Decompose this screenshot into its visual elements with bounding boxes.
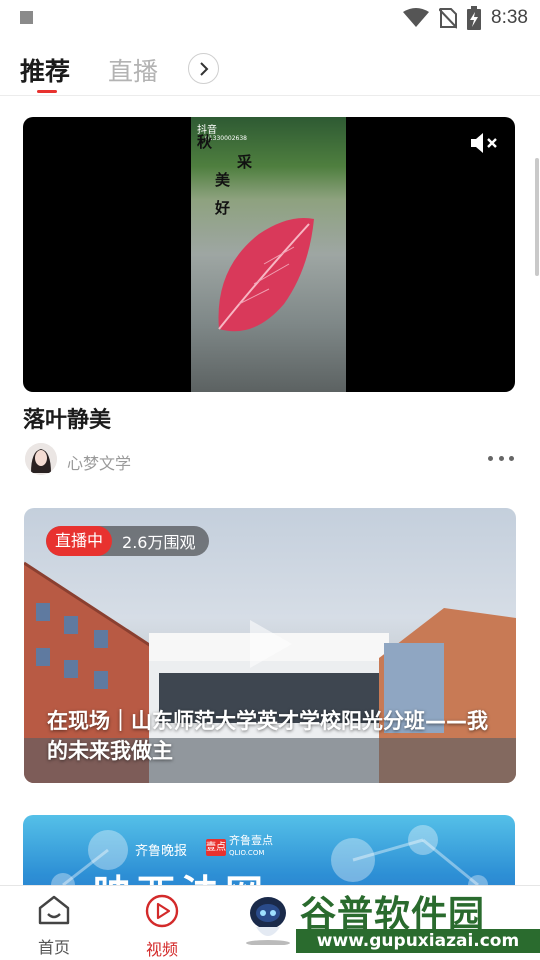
nav-home[interactable]: 首页 bbox=[24, 894, 84, 958]
nav-video-label: 视频 bbox=[145, 940, 178, 959]
live-badge: 直播中 2.6万围观 bbox=[46, 526, 210, 556]
play-circle-icon bbox=[145, 894, 179, 928]
avatar[interactable] bbox=[25, 443, 57, 475]
more-options-button[interactable] bbox=[488, 456, 514, 464]
qilu-logo-text: 齐鲁壹点 bbox=[229, 834, 273, 847]
viewer-count: 2.6万围观 bbox=[122, 533, 196, 552]
active-tab-indicator bbox=[37, 90, 57, 93]
more-tabs-button[interactable] bbox=[188, 53, 219, 84]
live-status-label: 直播中 bbox=[46, 526, 113, 556]
watermark-url: www.gupuxiazai.com bbox=[296, 929, 540, 953]
red-leaf-image bbox=[218, 218, 314, 332]
video-frame: 抖音 01330002638 秋 美 好 采 bbox=[191, 117, 346, 392]
video-player[interactable]: 抖音 01330002638 秋 美 好 采 bbox=[23, 117, 515, 392]
wifi-icon bbox=[403, 8, 430, 27]
no-sim-icon bbox=[439, 8, 458, 29]
nav-video[interactable]: 视频 bbox=[132, 894, 192, 960]
dot bbox=[509, 456, 514, 461]
robot-assistant-icon[interactable] bbox=[240, 893, 296, 945]
qilu-logo: 齐鲁壹点 QLIO.COM bbox=[229, 835, 273, 859]
live-title: 在现场｜山东师范大学英才学校阳光分班——我的未来我做主 bbox=[47, 709, 488, 763]
avatar-image bbox=[25, 443, 57, 475]
video-title[interactable]: 落叶静美 bbox=[23, 402, 111, 434]
tab-recommend[interactable]: 推荐 bbox=[20, 52, 70, 88]
nav-home-label: 首页 bbox=[37, 938, 70, 957]
scrollbar[interactable] bbox=[535, 158, 539, 276]
dot bbox=[488, 456, 493, 461]
mute-icon[interactable] bbox=[469, 131, 499, 155]
poem-char: 秋 bbox=[197, 133, 213, 151]
author-name[interactable]: 心梦文学 bbox=[67, 450, 131, 474]
status-bar: 8:38 bbox=[0, 0, 540, 36]
top-tab-bar: 推荐 直播 bbox=[0, 44, 540, 96]
live-card[interactable]: 直播中 2.6万围观 在现场｜山东师范大学英才学校阳光分班——我的未来我做主 bbox=[24, 508, 516, 783]
battery-charging-icon bbox=[467, 6, 482, 30]
chevron-right-icon bbox=[199, 61, 208, 76]
qilu-logo-mark: 壹点 bbox=[206, 839, 226, 856]
qilu-logo-url: QLIO.COM bbox=[229, 849, 265, 857]
home-icon bbox=[38, 895, 70, 925]
poem-char: 采 bbox=[237, 153, 253, 171]
watermark: 谷普软件园 www.gupuxiazai.com bbox=[296, 885, 540, 960]
notification-icon bbox=[20, 11, 33, 24]
tab-live[interactable]: 直播 bbox=[108, 52, 158, 88]
dot bbox=[498, 456, 504, 461]
status-time: 8:38 bbox=[491, 7, 528, 28]
poem-char: 美 bbox=[215, 171, 231, 189]
status-icons: 8:38 bbox=[403, 6, 528, 30]
newspaper-logo: 齐鲁晚报 bbox=[135, 844, 188, 859]
play-icon[interactable] bbox=[246, 618, 294, 670]
